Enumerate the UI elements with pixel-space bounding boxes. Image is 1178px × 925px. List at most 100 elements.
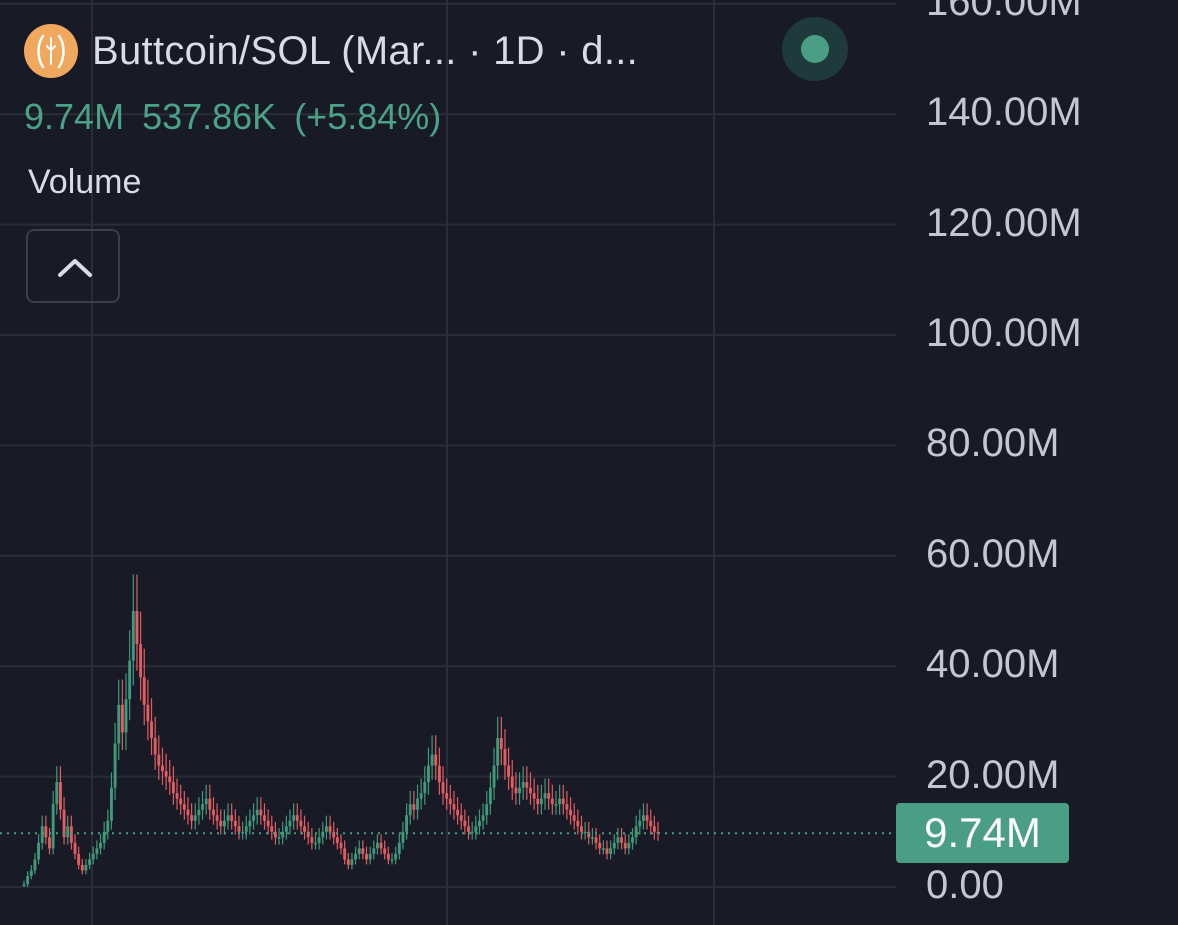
- candle-body: [335, 837, 339, 843]
- candle-body: [478, 820, 481, 827]
- candle-body: [572, 815, 576, 821]
- candle-body: [456, 809, 460, 816]
- candle-body: [233, 820, 237, 827]
- candle-body: [204, 798, 208, 805]
- candle-body: [339, 842, 343, 849]
- candle-body: [22, 884, 26, 886]
- candle-body: [317, 837, 321, 843]
- candle-body: [601, 848, 605, 850]
- y-tick-label: 140.00M: [926, 90, 1082, 135]
- candle-body: [244, 826, 248, 832]
- candle-body: [295, 815, 299, 821]
- candle-body: [623, 842, 627, 849]
- candle-body: [252, 815, 256, 821]
- candle-body: [649, 820, 653, 827]
- candle-body: [547, 793, 551, 799]
- candle-body: [117, 704, 121, 744]
- candle-body: [168, 776, 172, 783]
- candle-body: [354, 853, 358, 860]
- candle-body: [153, 737, 157, 755]
- candle-body: [288, 820, 292, 827]
- candle-body: [128, 660, 132, 700]
- candle-body: [405, 815, 409, 832]
- candle-body: [142, 677, 146, 705]
- candle-body: [368, 853, 372, 860]
- candle-body: [445, 793, 449, 799]
- candle-body: [324, 826, 328, 832]
- candle-body: [310, 837, 314, 843]
- candle-body: [303, 826, 307, 832]
- candle-body: [284, 826, 288, 832]
- candle-body: [467, 826, 470, 832]
- chart-grid: [0, 0, 896, 925]
- candle-body: [590, 837, 594, 839]
- candle-body: [346, 859, 350, 865]
- candle-body: [561, 798, 565, 805]
- candle-body: [408, 804, 412, 816]
- candle-body: [521, 782, 525, 788]
- candle-body: [161, 765, 164, 772]
- candle-body: [139, 644, 143, 678]
- candle-body: [212, 809, 215, 816]
- candle-body: [255, 809, 259, 816]
- candle-body: [423, 782, 427, 794]
- candle-body: [48, 837, 51, 849]
- candle-body: [419, 793, 423, 799]
- candle-body: [40, 826, 44, 843]
- candle-body: [558, 798, 562, 805]
- candle-body: [266, 820, 270, 827]
- candle-body: [226, 815, 230, 821]
- candle-body: [80, 864, 84, 871]
- candle-body: [612, 842, 616, 849]
- candle-body: [88, 859, 92, 865]
- candle-body: [569, 809, 573, 816]
- candle-body: [499, 737, 503, 749]
- volume-stats: 9.74M 537.86K (+5.84%): [24, 96, 459, 138]
- candle-body: [171, 782, 175, 794]
- y-tick-label: 60.00M: [926, 531, 1060, 576]
- candle-body: [99, 842, 102, 849]
- chart-title[interactable]: Buttcoin/SOL (Mar... · 1D · d...: [92, 29, 638, 74]
- candle-body: [365, 853, 368, 860]
- candle-body: [314, 842, 317, 845]
- candle-body: [492, 765, 496, 788]
- y-tick-label: 100.00M: [926, 311, 1082, 355]
- collapse-button[interactable]: [26, 229, 120, 303]
- candle-body: [58, 782, 62, 810]
- volume-candles: [22, 574, 660, 887]
- candle-body: [543, 793, 547, 799]
- y-tick-label: 40.00M: [926, 642, 1060, 687]
- candle-body: [430, 754, 434, 766]
- buttcoin-logo-icon[interactable]: [24, 24, 78, 78]
- y-tick-label: 80.00M: [926, 421, 1060, 466]
- candle-body: [631, 837, 634, 843]
- candle-body: [452, 804, 456, 810]
- candle-body: [219, 820, 223, 827]
- candle-body: [113, 743, 117, 788]
- candle-body: [529, 787, 532, 794]
- candle-body: [638, 820, 642, 827]
- y-tick-label: 160.00M: [926, 0, 1082, 24]
- candle-body: [361, 848, 365, 854]
- candle-body: [350, 859, 354, 865]
- candle-body: [583, 831, 587, 834]
- candle-body: [525, 782, 529, 788]
- candle-body: [532, 793, 536, 799]
- candle-body: [124, 699, 128, 733]
- candle-body: [73, 842, 77, 854]
- y-tick-label: 120.00M: [926, 200, 1082, 245]
- candle-body: [84, 864, 88, 871]
- candle-body: [77, 853, 81, 865]
- candle-body: [641, 815, 645, 821]
- candle-body: [496, 737, 500, 766]
- candle-body: [503, 749, 507, 766]
- candle-body: [372, 848, 376, 854]
- live-status-indicator[interactable]: [782, 17, 848, 81]
- y-tick-label: 20.00M: [926, 752, 1060, 797]
- candle-body: [44, 826, 48, 838]
- candle-body: [536, 798, 540, 805]
- candle-body: [554, 804, 558, 806]
- chevron-up-icon: [58, 259, 92, 277]
- candle-body: [299, 820, 303, 827]
- candle-body: [182, 804, 186, 810]
